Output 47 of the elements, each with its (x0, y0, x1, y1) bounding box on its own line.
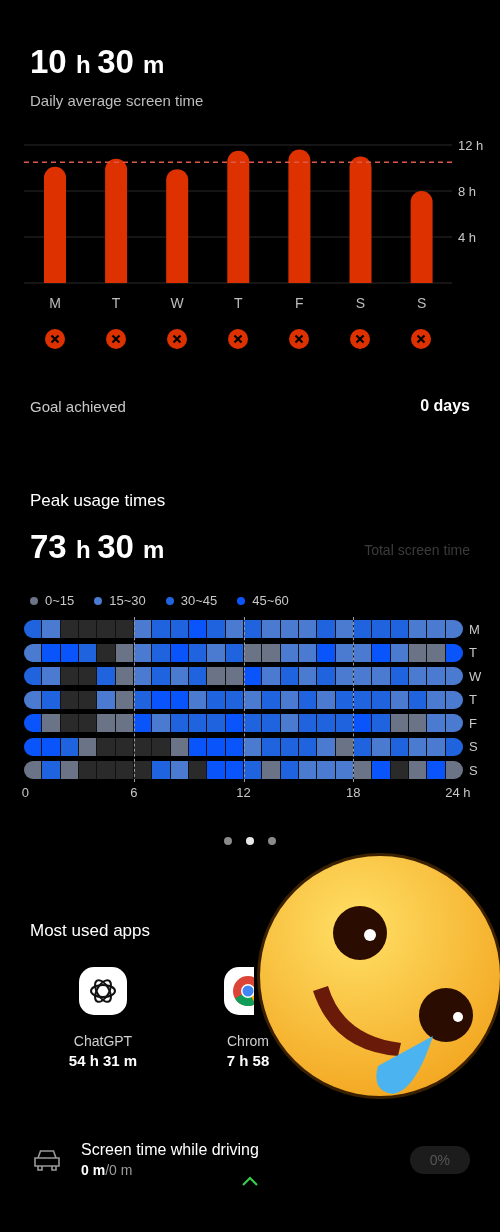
total-screen-time: 73 h 30 m (29, 529, 165, 567)
day-label: T (234, 295, 243, 311)
app-name: Chrom (227, 1033, 269, 1049)
app-time: 7 h 58 (226, 1052, 270, 1069)
legend-label: 0~15 (45, 593, 75, 608)
page-dot[interactable] (268, 837, 276, 845)
goal-value: 0 days (420, 397, 470, 415)
day-label: M (49, 295, 61, 311)
chevron-up-icon[interactable] (241, 1176, 259, 1186)
day-label: F (469, 715, 477, 731)
day-label: T (469, 692, 477, 707)
day-label: S (416, 295, 427, 311)
day-label: S (355, 295, 366, 311)
day-label: S (469, 739, 478, 754)
legend-label: 30~45 (180, 593, 218, 608)
axis-label: 12 (236, 785, 251, 800)
page-dot[interactable] (224, 837, 232, 845)
axis-label: 0 (21, 785, 30, 800)
average-caption: Daily average screen time (29, 92, 205, 109)
day-label: F (295, 295, 304, 311)
driving-title: Screen time while driving (81, 1141, 260, 1159)
app-time: 54 h 31 m (68, 1052, 138, 1069)
day-label: W (170, 295, 184, 311)
page-dot[interactable] (246, 837, 254, 845)
average-screen-time: 10 h 30 m (29, 44, 166, 82)
day-label: T (469, 645, 477, 660)
driving-time: 0 m/0 m (81, 1162, 134, 1178)
axis-label: 18 (346, 785, 361, 800)
app-icon[interactable] (224, 967, 254, 1015)
axis-label: 12 h (458, 138, 484, 153)
axis-label: 24 h (445, 785, 471, 800)
axis-label: 8 h (458, 184, 477, 199)
day-label: W (469, 668, 482, 684)
total-label: Total screen time (364, 542, 470, 558)
day-label: S (469, 762, 478, 778)
car-icon (33, 1147, 61, 1172)
section-title: Most used apps (29, 921, 151, 941)
legend-label: 15~30 (109, 593, 146, 608)
axis-label: 6 (130, 785, 138, 800)
axis-label: 4 h (458, 230, 477, 245)
app-name: ChatGPT (73, 1033, 133, 1049)
section-title: Peak usage times (29, 491, 167, 511)
goal-label: Goal achieved (30, 397, 126, 415)
app-icon[interactable] (79, 967, 127, 1015)
day-label: M (469, 621, 480, 637)
legend-label: 45~60 (252, 593, 289, 608)
day-label: T (111, 295, 121, 311)
